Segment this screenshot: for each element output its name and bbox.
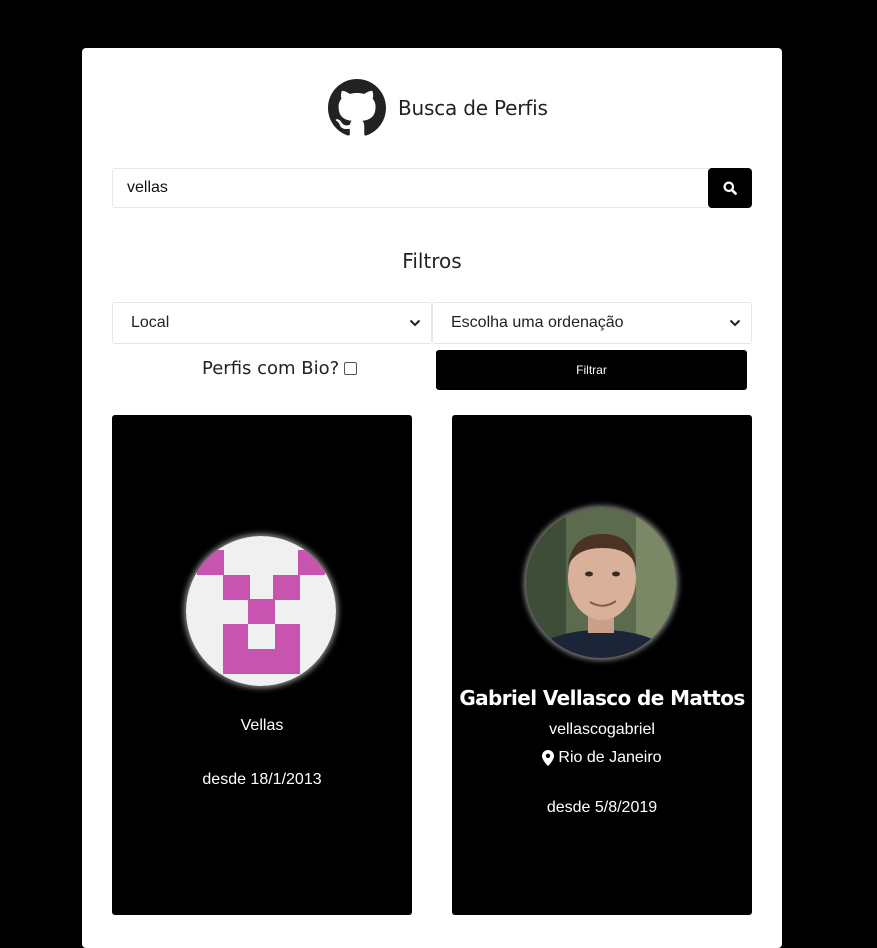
profile-name: Gabriel Vellasco de Mattos: [459, 686, 745, 710]
search-button[interactable]: [708, 168, 752, 208]
order-select-value: Escolha uma ordenação: [451, 314, 624, 331]
profile-since: desde 18/1/2013: [202, 771, 322, 788]
search-input[interactable]: [112, 168, 712, 208]
bio-checkbox[interactable]: [344, 362, 358, 375]
avatar: [186, 536, 336, 686]
bio-filter: Perfis com Bio?: [202, 358, 358, 379]
bio-label: Perfis com Bio?: [202, 358, 340, 379]
local-select-value: Local: [131, 314, 170, 331]
chevron-down-icon: [409, 319, 421, 327]
profile-location: Rio de Janeiro: [452, 749, 752, 767]
filter-button[interactable]: Filtrar: [436, 350, 747, 390]
local-select[interactable]: Local: [112, 302, 432, 344]
profile-card[interactable]: Gabriel Vellasco de Mattos vellascogabri…: [452, 415, 752, 915]
filters-title: Filtros: [402, 249, 462, 273]
search-panel: Busca de Perfis Filtros Local Escolha um…: [82, 48, 782, 948]
page-title: Busca de Perfis: [398, 96, 548, 120]
chevron-down-icon: [729, 319, 741, 327]
header: Busca de Perfis: [328, 79, 548, 137]
github-icon: [328, 79, 386, 136]
location-text: Rio de Janeiro: [558, 749, 662, 766]
profile-since: desde 5/8/2019: [546, 799, 658, 816]
profile-name: Vellas: [240, 717, 284, 734]
order-select[interactable]: Escolha uma ordenação: [432, 302, 752, 344]
map-pin-icon: [542, 750, 555, 766]
profile-card[interactable]: Vellas desde 18/1/2013: [112, 415, 412, 915]
search-icon: [723, 181, 737, 195]
profile-photo: [526, 508, 676, 658]
profile-login: vellascogabriel: [549, 721, 655, 738]
avatar: [526, 508, 676, 658]
identicon-avatar: [186, 536, 336, 686]
